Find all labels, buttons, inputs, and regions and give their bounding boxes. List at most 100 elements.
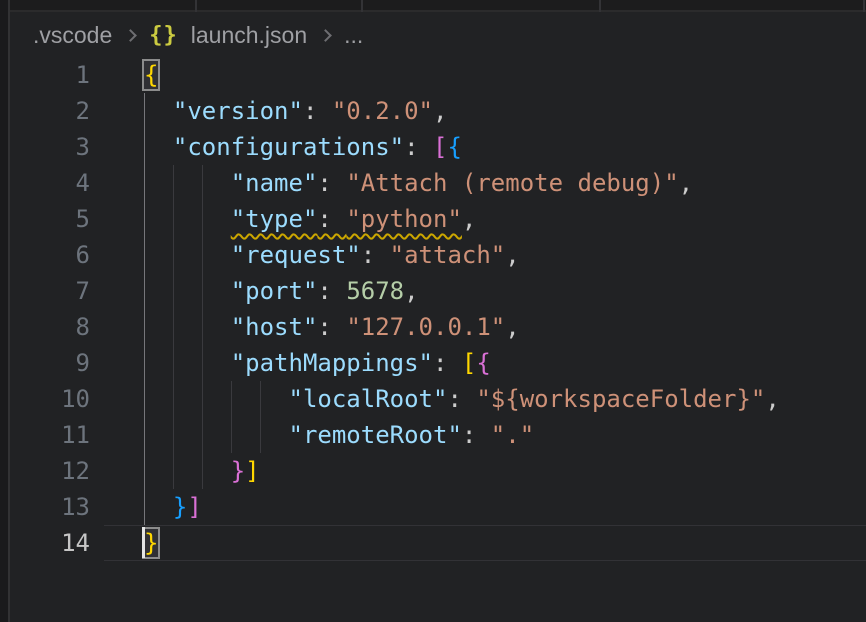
code-line-content[interactable]: "configurations": [{: [104, 129, 866, 165]
breadcrumb-folder[interactable]: .vscode: [33, 22, 112, 49]
tab-bar[interactable]: [0, 0, 866, 12]
warning-squiggle: "type": "python": [231, 205, 462, 233]
code-token: :: [317, 277, 346, 305]
line-number[interactable]: 13: [12, 489, 104, 525]
indent-guide: [144, 309, 145, 345]
bracket-match: }: [144, 529, 158, 557]
line-number[interactable]: 5: [12, 201, 104, 237]
code-token: "version": [173, 97, 303, 125]
indent-guide: [202, 417, 203, 453]
code-line-content[interactable]: "request": "attach",: [104, 237, 866, 273]
line-number[interactable]: 11: [12, 417, 104, 453]
code-line[interactable]: 10 "localRoot": "${workspaceFolder}",: [12, 381, 866, 417]
code-line-content[interactable]: "pathMappings": [{: [104, 345, 866, 381]
code-line[interactable]: 3 "configurations": [{: [12, 129, 866, 165]
indent-guide: [144, 489, 145, 525]
code-line[interactable]: 5 "type": "python",: [12, 201, 866, 237]
code-line[interactable]: 13 }]: [12, 489, 866, 525]
indent-guide: [173, 453, 174, 489]
tab-separator: [863, 0, 865, 12]
line-number[interactable]: 12: [12, 453, 104, 489]
code-token: :: [433, 349, 462, 377]
code-token: ,: [505, 313, 519, 341]
code-token: "0.2.0": [332, 97, 433, 125]
tab-separator: [195, 0, 197, 12]
indent-guide: [144, 237, 145, 273]
indent-guide: [173, 237, 174, 273]
code-line-content[interactable]: "name": "Attach (remote debug)",: [104, 165, 866, 201]
code-token: "127.0.0.1": [346, 313, 505, 341]
indent-guide: [144, 453, 145, 489]
indent-guide: [202, 201, 203, 237]
indent-guide: [144, 381, 145, 417]
code-token: :: [317, 169, 346, 197]
code-line[interactable]: 9 "pathMappings": [{: [12, 345, 866, 381]
code-line[interactable]: 8 "host": "127.0.0.1",: [12, 309, 866, 345]
line-number[interactable]: 7: [12, 273, 104, 309]
code-text: {: [144, 61, 158, 89]
line-number[interactable]: 3: [12, 129, 104, 165]
code-text: "host": "127.0.0.1",: [144, 313, 520, 341]
indent-guide: [260, 417, 261, 453]
text-cursor: [142, 527, 145, 558]
line-number[interactable]: 10: [12, 381, 104, 417]
code-token: "host": [231, 313, 318, 341]
code-line-content[interactable]: }]: [104, 453, 866, 489]
code-line-content[interactable]: "version": "0.2.0",: [104, 93, 866, 129]
code-token: "configurations": [173, 133, 404, 161]
breadcrumb-file[interactable]: launch.json: [191, 22, 307, 49]
code-line-content[interactable]: }]: [104, 489, 866, 525]
code-token: "name": [231, 169, 318, 197]
code-token: :: [404, 133, 433, 161]
code-line[interactable]: 2 "version": "0.2.0",: [12, 93, 866, 129]
code-text: "type": "python",: [144, 205, 476, 233]
indent-guide: [202, 237, 203, 273]
code-token: ,: [462, 205, 476, 233]
indent-guide: [144, 417, 145, 453]
line-number[interactable]: 1: [12, 57, 104, 93]
indent-guide: [144, 201, 145, 237]
code-line-content[interactable]: "port": 5678,: [104, 273, 866, 309]
breadcrumb: .vscode {} launch.json ...: [12, 14, 866, 57]
code-line[interactable]: 7 "port": 5678,: [12, 273, 866, 309]
code-token: [: [433, 133, 447, 161]
indent-guide: [144, 129, 145, 165]
line-number[interactable]: 14: [12, 525, 104, 561]
code-line-content[interactable]: }: [104, 525, 866, 561]
code-line[interactable]: 11 "remoteRoot": ".": [12, 417, 866, 453]
code-token: "attach": [390, 241, 506, 269]
code-token: {: [476, 349, 490, 377]
code-token: {: [447, 133, 461, 161]
code-line-content[interactable]: "remoteRoot": ".": [104, 417, 866, 453]
line-number[interactable]: 4: [12, 165, 104, 201]
code-line[interactable]: 6 "request": "attach",: [12, 237, 866, 273]
code-token: ".": [491, 421, 534, 449]
breadcrumb-symbol[interactable]: ...: [344, 22, 363, 49]
code-editor[interactable]: 1{2 "version": "0.2.0",3 "configurations…: [12, 57, 866, 561]
code-token: "type": [231, 205, 318, 233]
editor-pane: .vscode {} launch.json ... 1{2 "version"…: [12, 14, 866, 622]
code-line-content[interactable]: "host": "127.0.0.1",: [104, 309, 866, 345]
code-line-content[interactable]: {: [104, 57, 866, 93]
sidebar-edge[interactable]: [0, 0, 10, 622]
indent-guide: [202, 453, 203, 489]
code-line[interactable]: 12 }]: [12, 453, 866, 489]
line-number[interactable]: 9: [12, 345, 104, 381]
code-line[interactable]: 4 "name": "Attach (remote debug)",: [12, 165, 866, 201]
line-number[interactable]: 6: [12, 237, 104, 273]
code-line-content[interactable]: "localRoot": "${workspaceFolder}",: [104, 381, 866, 417]
line-number[interactable]: 8: [12, 309, 104, 345]
code-token: "Attach (remote debug)": [346, 169, 678, 197]
code-text: "port": 5678,: [144, 277, 419, 305]
code-text: }]: [144, 493, 202, 521]
code-token: "request": [231, 241, 361, 269]
line-number[interactable]: 2: [12, 93, 104, 129]
code-token: }: [231, 457, 245, 485]
code-token: :: [317, 313, 346, 341]
code-line[interactable]: 14}: [12, 525, 866, 561]
indent-guide: [173, 201, 174, 237]
code-line[interactable]: 1{: [12, 57, 866, 93]
indent-guide: [144, 273, 145, 309]
code-line-content[interactable]: "type": "python",: [104, 201, 866, 237]
code-token: "localRoot": [289, 385, 448, 413]
